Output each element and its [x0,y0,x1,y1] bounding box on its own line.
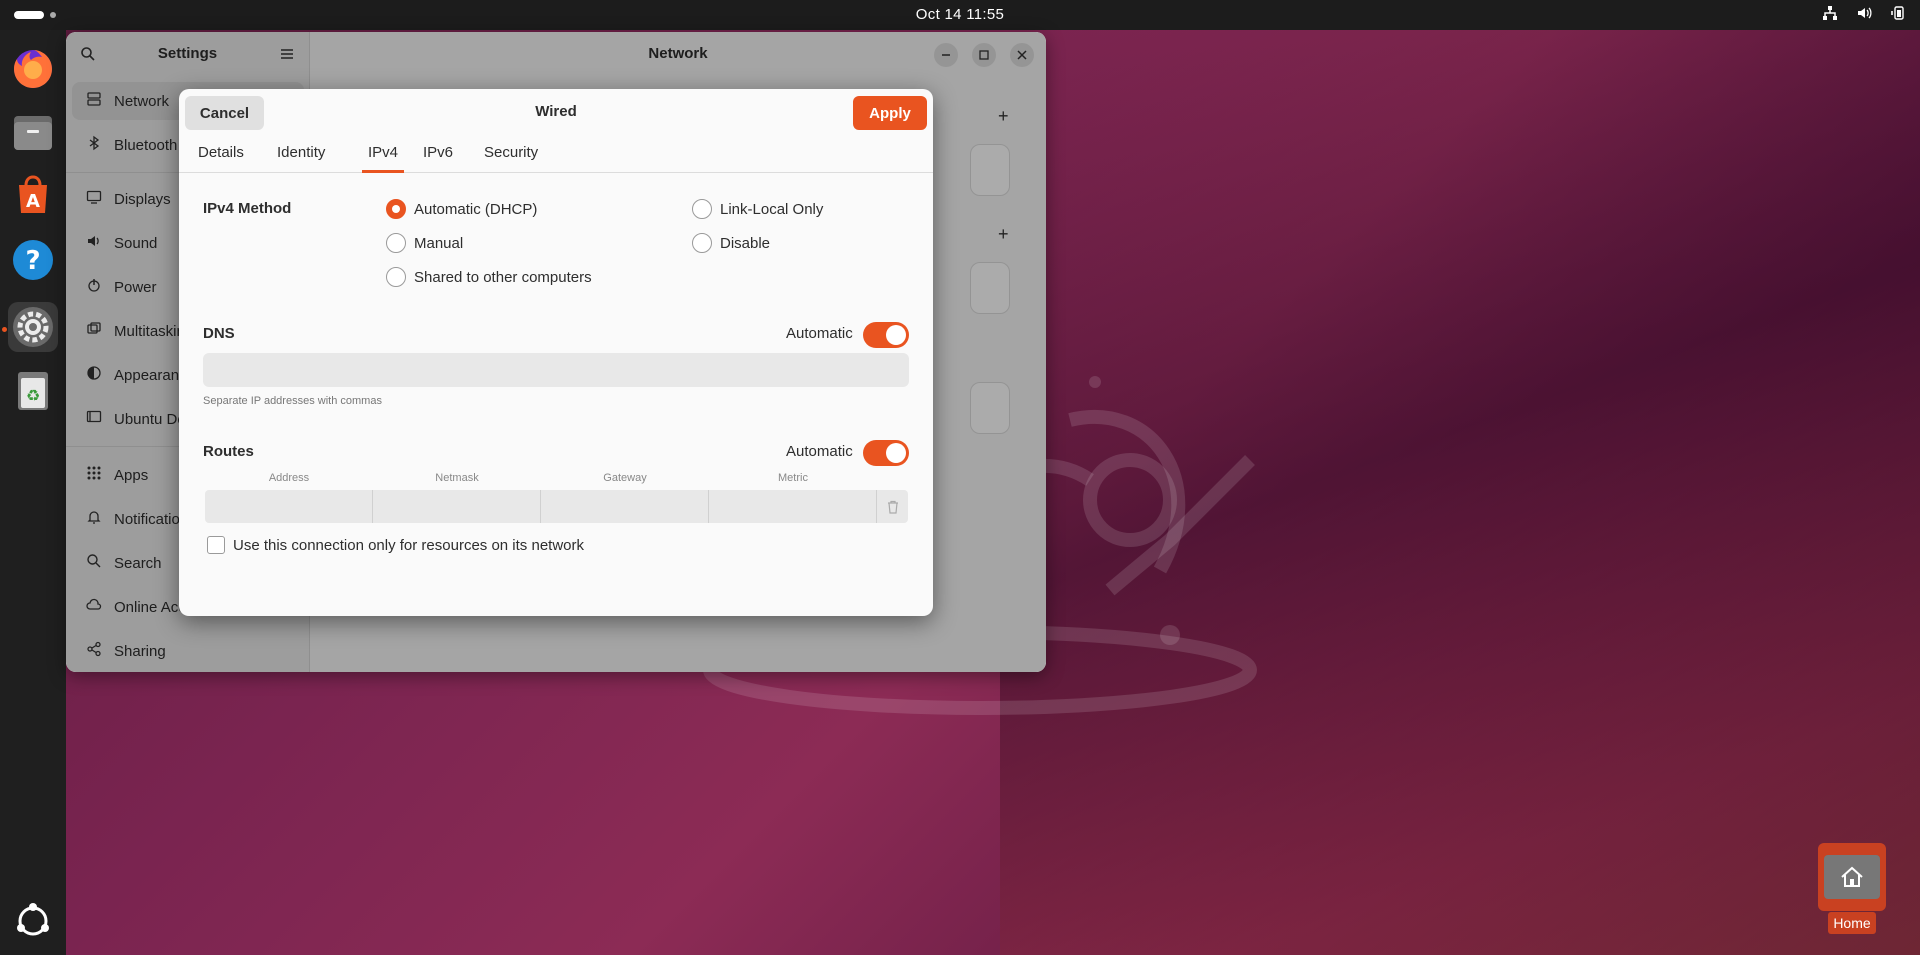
dns-label: DNS [203,325,235,342]
top-bar: Oct 14 11:55 [0,0,1920,30]
dns-input[interactable] [203,353,909,387]
ipv4-method-label: IPv4 Method [203,200,292,217]
only-resources-checkbox[interactable]: Use this connection only for resources o… [207,536,584,554]
method-automatic-radio[interactable]: Automatic (DHCP) [386,199,537,219]
route-column-metric: Metric [778,472,808,484]
dns-automatic-label: Automatic [786,325,853,342]
radio-button [386,233,406,253]
radio-label: Disable [720,234,771,252]
help-icon[interactable]: ? [8,235,58,285]
route-netmask-input[interactable] [373,490,541,523]
tab-identity[interactable]: Identity [277,141,325,173]
method-shared-radio[interactable]: Shared to other computers [386,267,592,287]
apply-button[interactable]: Apply [853,96,927,130]
settings-icon[interactable] [8,302,58,352]
radio-label: Automatic (DHCP) [414,200,538,218]
radio-button [692,199,712,219]
route-row [205,490,908,523]
route-gateway-input[interactable] [541,490,709,523]
radio-label: Link-Local Only [720,200,824,218]
trash-icon [887,500,898,514]
wired-connection-dialog: Cancel Wired Apply Details Identity IPv4… [179,89,933,616]
delete-route-button[interactable] [877,490,908,523]
tab-security[interactable]: Security [484,141,538,173]
svg-text:A: A [26,191,40,212]
system-tray[interactable] [1822,5,1906,21]
dns-automatic-switch[interactable] [863,322,909,348]
svg-text:?: ? [25,246,40,276]
show-apps-icon[interactable] [8,896,58,946]
checkbox [207,536,225,554]
routes-automatic-label: Automatic [786,443,853,460]
trash-icon[interactable]: ♻ [8,365,58,415]
radio-label: Manual [414,234,464,252]
tab-ipv6[interactable]: IPv6 [423,141,453,173]
route-column-address: Address [268,472,310,484]
method-link-local-radio[interactable]: Link-Local Only [692,199,823,219]
checkbox-label: Use this connection only for resources o… [233,536,584,554]
dialog-title: Wired [535,103,577,120]
radio-button [692,233,712,253]
svg-text:♻: ♻ [26,386,40,405]
route-column-netmask: Netmask [435,472,479,484]
dialog-header: Cancel Wired Apply [179,89,933,141]
power-menu-icon [1890,5,1906,21]
route-column-gateway: Gateway [603,472,647,484]
route-metric-input[interactable] [709,490,877,523]
routes-label: Routes [203,443,254,460]
home-folder-label[interactable]: Home [1828,912,1876,934]
method-manual-radio[interactable]: Manual [386,233,463,253]
firefox-icon[interactable] [8,43,58,93]
radio-label: Shared to other computers [414,268,592,286]
running-indicator [2,327,7,332]
folder-icon [1824,855,1880,899]
route-address-input[interactable] [205,490,373,523]
routes-automatic-switch[interactable] [863,440,909,466]
dock: A ? ♻ [0,30,66,955]
dialog-tabs: Details Identity IPv4 IPv6 Security [179,141,933,173]
network-wired-icon [1822,5,1838,21]
house-icon [1841,866,1863,887]
files-icon[interactable] [8,107,58,157]
tab-ipv4[interactable]: IPv4 [362,141,404,173]
clock[interactable]: Oct 14 11:55 [0,6,1920,23]
dns-hint: Separate IP addresses with commas [203,395,382,407]
home-folder-icon[interactable] [1818,843,1886,911]
volume-icon [1856,5,1872,21]
radio-button [386,267,406,287]
tab-details[interactable]: Details [198,141,244,173]
app-center-icon[interactable]: A [8,170,58,220]
method-disable-radio[interactable]: Disable [692,233,770,253]
radio-button [386,199,406,219]
